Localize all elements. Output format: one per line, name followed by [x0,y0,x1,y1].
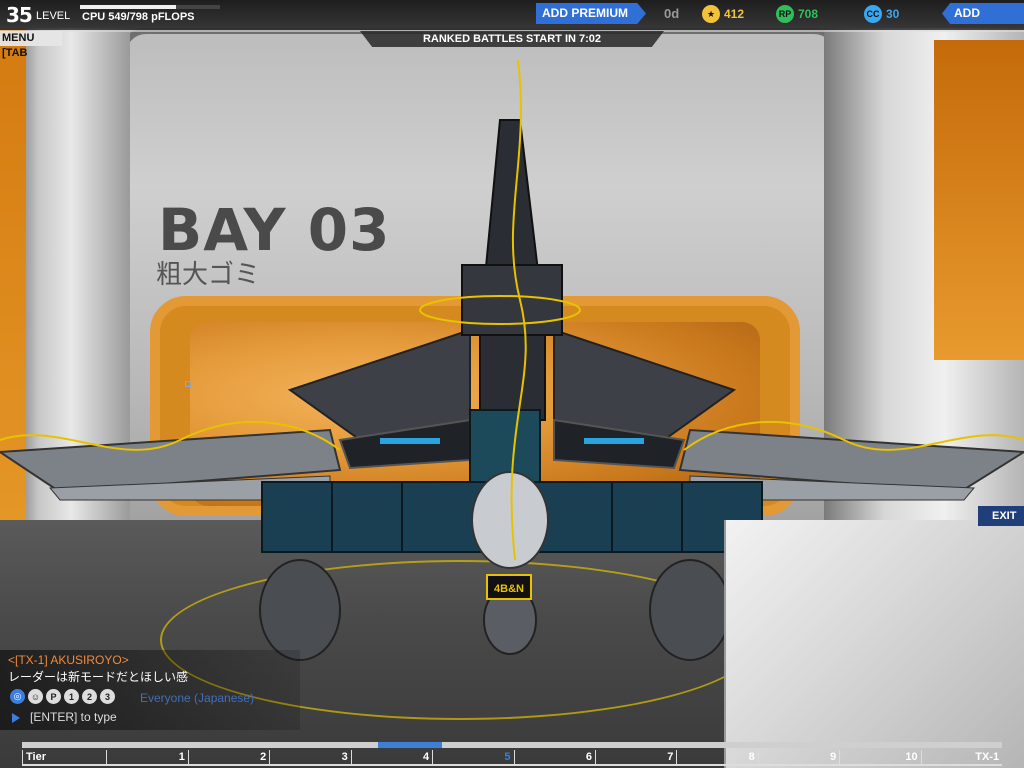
tier-1[interactable]: 1 [106,750,188,766]
robot-badge-text: 4B&N [494,583,524,595]
chat-input[interactable]: [ENTER] to type [30,710,117,724]
party-icon[interactable]: P [46,689,61,704]
tier-8[interactable]: 8 [676,750,758,766]
tier-4[interactable]: 4 [350,750,433,766]
player-level: 35 [6,3,33,27]
tier-6[interactable]: 6 [513,750,595,766]
cpu-readout: CPU 549/798 pFLOPS [82,11,195,23]
tier-TX-1[interactable]: TX-1 [920,750,1003,766]
tier-7[interactable]: 7 [594,750,677,766]
robot-center-cylinder [471,471,549,569]
tier-3[interactable]: 3 [269,750,351,766]
star-icon: ★ [702,5,720,23]
tier-bar: Tier 1 2 3 4 5 6 7 8 9 10 TX-1 [22,740,1003,768]
cpu-bar-fill [80,5,177,9]
robits-icon: RP [776,5,794,23]
robot-right-leg [649,559,731,661]
tier-labels: Tier 1 2 3 4 5 6 7 8 9 10 TX-1 [22,750,1003,766]
tier-9[interactable]: 9 [757,750,840,766]
tier-label: Tier [22,750,107,766]
exit-button[interactable]: EXIT [978,506,1024,526]
currency-value: 412 [724,7,745,21]
tier-track [22,742,1002,748]
chat-message: レーダーは新モードだとほしい感 [8,670,189,684]
globe-icon[interactable]: ◎ [10,689,25,704]
person-icon[interactable]: ☺ [28,689,43,704]
chat-channel-icons: ◎ ☺ P 1 2 3 [10,689,115,704]
group-icon[interactable]: 3 [100,689,115,704]
robot-right-pod-light [584,438,644,444]
ranked-battles-timer: RANKED BATTLES START IN 7:02 [360,31,664,47]
chat-sender: <[TX-1] AKUSIROYO> [8,653,129,667]
menu-tab-button[interactable]: MENU [TAB [0,31,62,59]
premium-days: 0d [664,6,680,21]
clan-icon[interactable]: 2 [82,689,97,704]
crate-block [724,520,1024,768]
tier-track-current [378,742,442,748]
currency-robits[interactable]: RP 708 [776,4,818,24]
cpu-bar [80,5,220,9]
currency-value: 708 [798,7,819,21]
cosmetic-credits-icon: CC [864,5,882,23]
chat-channel-name[interactable]: Everyone (Japanese) [140,691,254,705]
player-level-label: LEVEL [36,10,71,22]
add-funds-button[interactable]: ADD FUNDS [942,3,1024,24]
robot-left-pod-light [380,438,440,444]
currency-cosmetic-credits[interactable]: CC 30 [864,4,899,24]
tier-10[interactable]: 10 [839,750,921,766]
add-premium-button[interactable]: ADD PREMIUM [536,3,646,24]
currency-value: 30 [886,7,900,21]
tier-2[interactable]: 2 [187,750,270,766]
tier-5[interactable]: 5 [432,750,514,766]
chat-arrow-icon [12,713,20,723]
friends-icon[interactable]: 1 [64,689,79,704]
robot-left-leg [259,559,341,661]
currency-stars[interactable]: ★ 412 [702,4,744,24]
